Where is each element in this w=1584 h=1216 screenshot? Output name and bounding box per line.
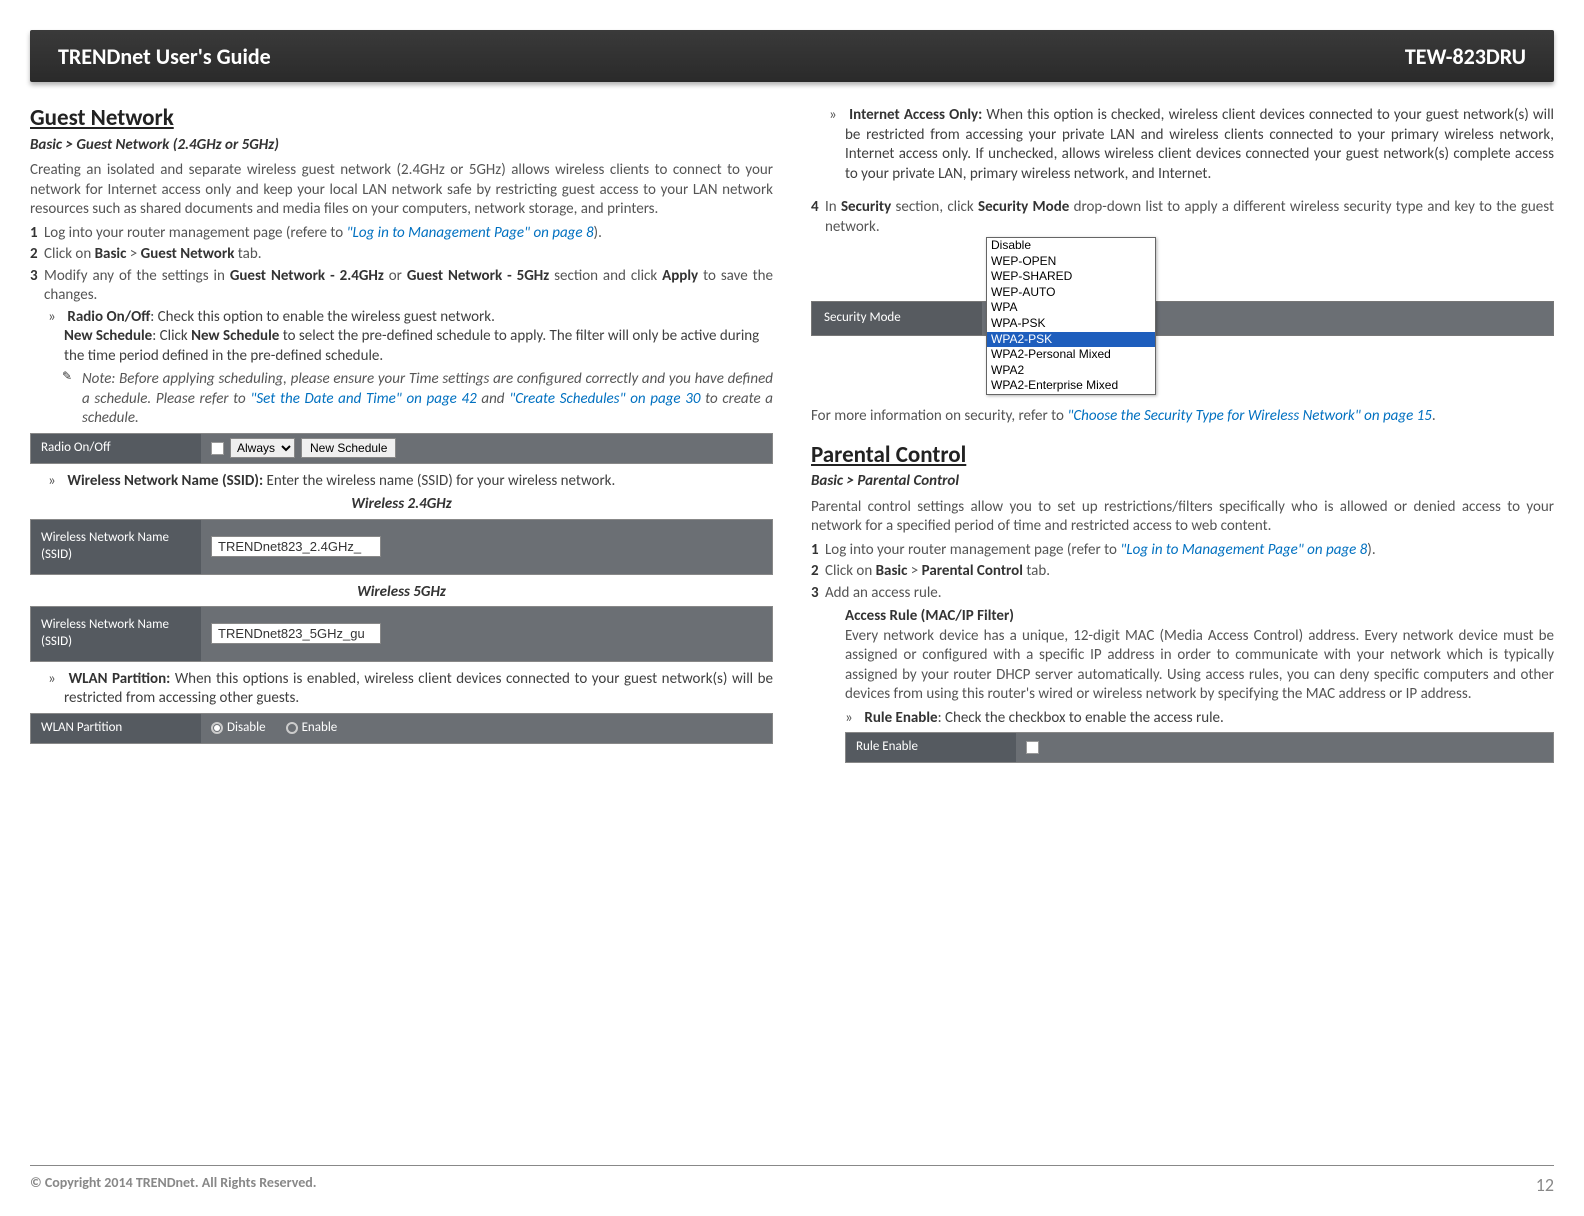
set-date-time-link[interactable]: "Set the Date and Time" on page 42 [250,390,476,408]
p-step-3: 3 Add an access rule. [811,584,1554,604]
radio-onoff-row: Radio On/Off Always New Schedule [30,433,773,464]
sec-opt[interactable]: WEP-AUTO [987,285,1155,301]
step-3: 3 Modify any of the settings in Guest Ne… [30,267,773,306]
sec-opt-selected[interactable]: WPA2-PSK [987,332,1155,348]
page-footer: © Copyright 2014 TRENDnet. All Rights Re… [30,1165,1554,1196]
radio-icon [286,722,298,734]
radio-onoff-checkbox[interactable] [211,442,224,455]
rule-enable-checkbox[interactable] [1026,741,1039,754]
security-mode-label: Security Mode [812,302,982,335]
radio-onoff-item: » Radio On/Off: Check this option to ena… [64,308,773,367]
security-more-info: For more information on security, refer … [811,407,1554,427]
new-schedule-button[interactable]: New Schedule [301,438,396,458]
security-mode-figure: Security Mode Disable WEP-OPEN WEP-SHARE… [811,237,1554,407]
wlan-partition-row: WLAN Partition Disable Enable [30,713,773,744]
sec-opt[interactable]: WPA2 [987,363,1155,379]
guest-network-intro: Creating an isolated and separate wirele… [30,161,773,220]
login-page-link[interactable]: "Log in to Management Page" on page 8 [347,224,594,242]
parental-control-heading: Parental Control [811,441,1554,471]
security-type-link[interactable]: "Choose the Security Type for Wireless N… [1067,407,1432,425]
rule-enable-item: » Rule Enable: Check the checkbox to ena… [845,709,1554,729]
bullet-icon: » [845,709,861,729]
parental-control-breadcrumb: Basic > Parental Control [811,472,1554,492]
create-schedules-link[interactable]: "Create Schedules" on page 30 [509,390,700,408]
parental-control-intro: Parental control settings allow you to s… [811,498,1554,537]
guest-network-breadcrumb: Basic > Guest Network (2.4GHz or 5GHz) [30,136,773,156]
wlan-partition-label: WLAN Partition [31,714,201,743]
ssid-5-input[interactable] [211,623,381,644]
page-header: TRENDnet User's Guide TEW-823DRU [30,30,1554,82]
ssid-5-row: Wireless Network Name (SSID) [30,606,773,662]
sec-opt[interactable]: WEP-OPEN [987,254,1155,270]
ssid-5-label: Wireless Network Name (SSID) [31,607,201,661]
radio-icon [211,722,223,734]
rule-enable-row: Rule Enable [845,732,1554,763]
access-rule-block: Access Rule (MAC/IP Filter) Every networ… [845,607,1554,728]
parental-steps: 1 Log into your router management page (… [811,541,1554,604]
ssid-24-input[interactable] [211,536,381,557]
ssid-24-label: Wireless Network Name (SSID) [31,520,201,574]
sec-opt[interactable]: Disable [987,238,1155,254]
login-page-link[interactable]: "Log in to Management Page" on page 8 [1120,541,1367,559]
sec-opt[interactable]: WPA2-Personal Mixed [987,347,1155,363]
wlan-partition-item: » WLAN Partition: When this options is e… [64,670,773,709]
bullet-icon: » [48,670,64,690]
security-mode-dropdown[interactable]: Disable WEP-OPEN WEP-SHARED WEP-AUTO WPA… [986,237,1156,395]
left-column: Guest Network Basic > Guest Network (2.4… [30,104,773,771]
step-4: 4 In Security section, click Security Mo… [811,198,1554,237]
radio-onoff-label: Radio On/Off [31,434,201,463]
sec-opt[interactable]: WPA2-Enterprise Mixed [987,378,1155,394]
sec-opt[interactable]: WEP-SHARED [987,269,1155,285]
sec-opt[interactable]: WPA-PSK [987,316,1155,332]
access-rule-desc: Every network device has a unique, 12-di… [845,627,1554,705]
bullet-icon: » [48,308,64,328]
content-columns: Guest Network Basic > Guest Network (2.4… [30,104,1554,771]
p-step-1: 1 Log into your router management page (… [811,541,1554,561]
guest-network-heading: Guest Network [30,104,773,134]
copyright: © Copyright 2014 TRENDnet. All Rights Re… [30,1174,317,1196]
wlan-enable-option[interactable]: Enable [286,720,338,737]
page-number: 12 [1536,1174,1554,1196]
step-2: 2 Click on Basic > Guest Network tab. [30,245,773,265]
step-1: 1 Log into your router management page (… [30,224,773,244]
access-rule-title: Access Rule (MAC/IP Filter) [845,607,1554,627]
rule-enable-label: Rule Enable [846,733,1016,762]
bullet-icon: » [829,106,845,126]
header-title: TRENDnet User's Guide [58,43,271,70]
sec-opt[interactable]: WPA [987,300,1155,316]
ssid-24-row: Wireless Network Name (SSID) [30,519,773,575]
bullet-icon: » [48,472,64,492]
guest-steps: 1 Log into your router management page (… [30,224,773,306]
caption-5ghz: Wireless 5GHz [30,583,773,603]
header-model: TEW-823DRU [1405,43,1526,70]
schedule-note: Note: Before applying scheduling, please… [82,370,773,429]
p-step-2: 2 Click on Basic > Parental Control tab. [811,562,1554,582]
wlan-disable-option[interactable]: Disable [211,720,266,737]
caption-24ghz: Wireless 2.4GHz [30,495,773,515]
schedule-select[interactable]: Always [230,438,295,458]
right-column: » Internet Access Only: When this option… [811,104,1554,771]
internet-access-only-item: » Internet Access Only: When this option… [845,106,1554,184]
ssid-item: » Wireless Network Name (SSID): Enter th… [64,472,773,492]
